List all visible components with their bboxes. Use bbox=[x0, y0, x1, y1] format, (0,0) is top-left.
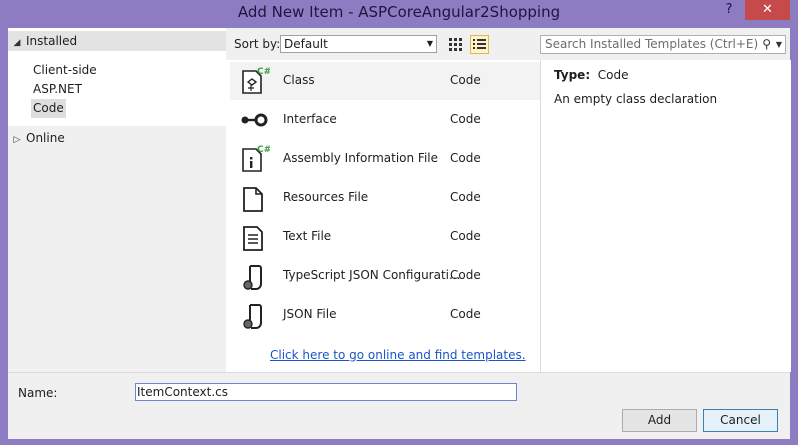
search-dropdown-icon[interactable]: ▼ bbox=[776, 36, 782, 53]
template-item-resources-file[interactable]: Resources File Code bbox=[230, 179, 540, 217]
text-file-icon bbox=[243, 226, 263, 251]
collapsed-arrow-icon[interactable]: ▷ bbox=[8, 130, 26, 150]
close-button[interactable]: ✕ bbox=[745, 0, 790, 20]
search-input[interactable]: Search Installed Templates (Ctrl+E) ⚲ ▼ bbox=[540, 35, 786, 54]
tree-node-installed-label: Installed bbox=[26, 34, 78, 48]
dropdown-arrow-icon: ▼ bbox=[426, 39, 433, 48]
toolbar: Sort by: Default ▼ Search Installed Temp… bbox=[226, 28, 790, 60]
template-name: JSON File bbox=[283, 307, 337, 321]
name-label: Name: bbox=[18, 386, 58, 400]
tree-node-online-label: Online bbox=[26, 131, 65, 145]
help-button[interactable]: ? bbox=[718, 0, 740, 20]
template-item-text-file[interactable]: Text File Code bbox=[230, 218, 540, 256]
category-tree: ◢ Installed Client-side ASP.NET Code ▷ Onl… bbox=[8, 28, 226, 372]
template-item-typescript-json[interactable]: TypeScript JSON Configurati... Code bbox=[230, 257, 540, 295]
resources-file-icon bbox=[243, 187, 263, 212]
title-bar: Add New Item - ASPCoreAngular2Shopping ?… bbox=[0, 0, 798, 27]
expanded-arrow-icon[interactable]: ◢ bbox=[8, 33, 26, 53]
find-templates-online-link[interactable]: Click here to go online and find templat… bbox=[270, 348, 526, 362]
type-label: Type: bbox=[554, 68, 591, 82]
details-pane: Type: Code An empty class declaration bbox=[540, 60, 791, 372]
template-item-json-file[interactable]: JSON File Code bbox=[230, 296, 540, 334]
json-file-icon bbox=[243, 304, 262, 329]
add-button[interactable]: Add bbox=[622, 409, 697, 432]
window-title: Add New Item - ASPCoreAngular2Shopping bbox=[237, 3, 561, 21]
bottom-bar: Name: ItemContext.cs Add Cancel bbox=[8, 372, 790, 439]
template-name: Assembly Information File bbox=[283, 151, 439, 165]
template-item-class[interactable]: C# Class Code bbox=[230, 62, 540, 100]
sort-dropdown[interactable]: Default ▼ bbox=[280, 35, 437, 53]
tree-item-aspnet[interactable]: ASP.NET bbox=[33, 80, 82, 99]
template-category: Code bbox=[450, 307, 481, 321]
assembly-info-icon: C# bbox=[242, 145, 270, 172]
class-icon: C# bbox=[242, 67, 270, 94]
typescript-json-icon bbox=[243, 265, 262, 290]
list-view-icon bbox=[473, 39, 486, 49]
template-item-assembly-info[interactable]: C# Assembly Information File Code bbox=[230, 140, 540, 178]
template-list: C# Class Code Interface Code C# Assembly… bbox=[230, 60, 540, 372]
search-placeholder: Search Installed Templates (Ctrl+E) bbox=[545, 37, 759, 51]
template-category: Code bbox=[450, 190, 481, 204]
template-category: Code bbox=[450, 151, 481, 165]
tree-node-online[interactable]: ▷ Online bbox=[8, 128, 65, 148]
name-input[interactable]: ItemContext.cs bbox=[135, 383, 517, 401]
tree-item-client-side[interactable]: Client-side bbox=[33, 61, 97, 80]
template-name: Interface bbox=[283, 112, 337, 126]
template-category: Code bbox=[450, 112, 481, 126]
list-view-button[interactable] bbox=[470, 35, 489, 54]
template-name: Class bbox=[283, 73, 315, 87]
template-name: Text File bbox=[283, 229, 332, 243]
template-name: Resources File bbox=[283, 190, 369, 204]
interface-icon bbox=[241, 113, 268, 127]
svg-text:C#: C# bbox=[257, 67, 270, 77]
type-value: Code bbox=[597, 68, 629, 82]
sort-value: Default bbox=[284, 37, 328, 51]
template-category: Code bbox=[450, 73, 481, 87]
add-new-item-dialog: Add New Item - ASPCoreAngular2Shopping ?… bbox=[0, 0, 798, 445]
template-category: Code bbox=[450, 229, 481, 243]
svg-text:C#: C# bbox=[257, 145, 270, 155]
sort-label: Sort by: bbox=[234, 37, 281, 51]
cancel-button[interactable]: Cancel bbox=[703, 409, 778, 432]
template-item-interface[interactable]: Interface Code bbox=[230, 101, 540, 139]
type-line: Type: Code bbox=[554, 68, 629, 82]
grid-view-icon bbox=[449, 38, 462, 51]
template-name: TypeScript JSON Configurati... bbox=[283, 268, 461, 282]
dialog-client: ◢ Installed Client-side ASP.NET Code ▷ Onl… bbox=[8, 28, 791, 439]
tree-item-code[interactable]: Code bbox=[31, 99, 66, 118]
template-category: Code bbox=[450, 268, 481, 282]
template-description: An empty class declaration bbox=[554, 92, 718, 106]
search-icon[interactable]: ⚲ bbox=[762, 36, 771, 53]
tree-node-installed[interactable]: ◢ Installed bbox=[8, 31, 226, 51]
grid-view-button[interactable] bbox=[446, 35, 465, 54]
